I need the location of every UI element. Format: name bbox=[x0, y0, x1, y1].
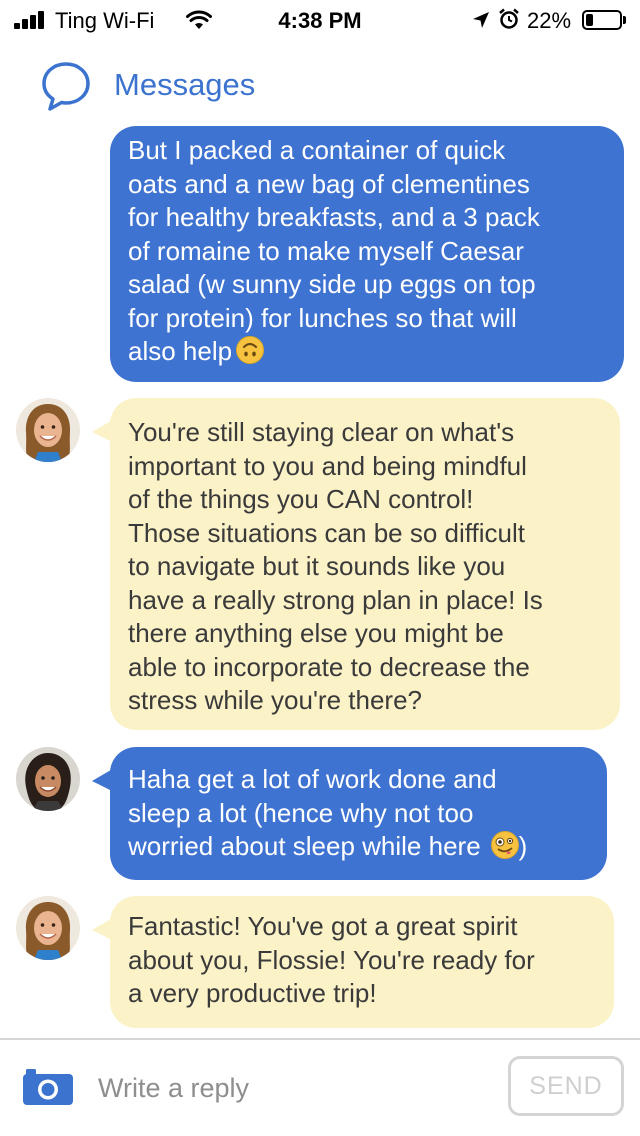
message-line: You're still staying clear on what's bbox=[128, 417, 515, 447]
message-line: salad (w sunny side up eggs on top bbox=[128, 269, 536, 299]
message-bubble-sent[interactable]: Haha get a lot of work done and sleep a … bbox=[110, 747, 607, 880]
message-line: to navigate but it sounds like you bbox=[128, 551, 506, 581]
message-line: for protein) for lunches so that will bbox=[128, 302, 517, 333]
message-line: about you, Flossie! You're ready for bbox=[128, 944, 535, 975]
message-line: Haha get a lot of work done and bbox=[128, 764, 497, 794]
app-header: Messages bbox=[0, 56, 640, 116]
message-line: oats and a new bag of clementines bbox=[128, 168, 530, 199]
message-line: for healthy breakfasts, and a 3 pack bbox=[128, 202, 540, 232]
user-avatar[interactable] bbox=[16, 747, 80, 811]
message-line: there anything else you might be bbox=[128, 618, 504, 648]
composer-divider bbox=[0, 1038, 640, 1040]
message-line: have a really strong plan in place! Is bbox=[128, 584, 543, 615]
message-line: stress while you're there? bbox=[128, 685, 422, 715]
message-line: Those situations can be so difficult bbox=[128, 517, 525, 548]
message-bubble-received[interactable]: Fantastic! You've got a great spirit abo… bbox=[110, 896, 614, 1028]
battery-icon bbox=[582, 10, 622, 30]
coach-avatar[interactable] bbox=[16, 398, 80, 462]
speech-bubble-icon bbox=[42, 62, 90, 111]
message-line: important to you and being mindful bbox=[128, 450, 527, 481]
send-button[interactable]: SEND bbox=[508, 1056, 624, 1116]
message-line-text: also help bbox=[128, 336, 233, 366]
coach-avatar[interactable] bbox=[16, 896, 80, 960]
message-line: of the things you CAN control! bbox=[128, 484, 474, 514]
message-line: But I packed a container of quick bbox=[128, 135, 506, 165]
message-line: sleep a lot (hence why not too bbox=[128, 797, 474, 828]
message-line: of romaine to make myself Caesar bbox=[128, 235, 524, 266]
message-line-trailing: ) bbox=[518, 831, 528, 861]
messages-screen: Ting Wi-Fi 4:38 PM 22% Messages But I pa… bbox=[0, 0, 640, 1136]
battery-level-fill bbox=[586, 14, 593, 26]
zany-face-emoji-icon bbox=[490, 831, 519, 859]
upside-down-face-emoji-icon bbox=[236, 336, 265, 364]
location-arrow-icon bbox=[473, 12, 489, 28]
reply-input[interactable] bbox=[98, 1066, 488, 1110]
message-line-text: worried about sleep while here bbox=[128, 831, 481, 861]
status-bar: Ting Wi-Fi 4:38 PM 22% bbox=[0, 0, 640, 40]
message-line: Fantastic! You've got a great spirit bbox=[128, 911, 518, 941]
page-title: Messages bbox=[114, 67, 256, 102]
alarm-clock-icon bbox=[499, 8, 519, 29]
message-bubble-sent[interactable]: But I packed a container of quick oats a… bbox=[110, 126, 624, 382]
message-line: also help bbox=[128, 335, 604, 369]
camera-icon[interactable] bbox=[22, 1068, 74, 1106]
battery-percent: 22% bbox=[527, 8, 572, 33]
message-line: a very productive trip! bbox=[128, 978, 377, 1008]
message-bubble-received[interactable]: You're still staying clear on what's imp… bbox=[110, 398, 620, 730]
message-line: worried about sleep while here) bbox=[128, 830, 587, 864]
battery-cap bbox=[623, 16, 626, 24]
message-line: able to incorporate to decrease the bbox=[128, 651, 530, 682]
